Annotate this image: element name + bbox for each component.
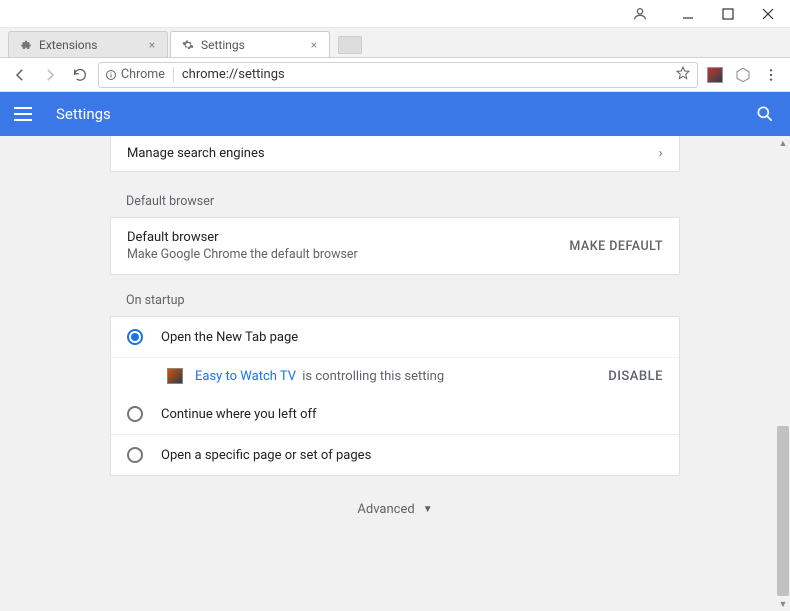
reload-button[interactable] <box>68 63 92 87</box>
section-label-default-browser: Default browser <box>126 194 680 209</box>
omnibox-origin-chip: Chrome <box>105 67 174 82</box>
scrollbar[interactable]: ▲ ▼ <box>776 136 790 611</box>
startup-option-continue[interactable]: Continue where you left off <box>111 394 679 434</box>
chevron-down-icon: ▼ <box>423 504 433 515</box>
default-browser-row: Default browser Make Google Chrome the d… <box>111 218 679 274</box>
tab-strip: Extensions × Settings × <box>0 28 790 58</box>
option-label: Continue where you left off <box>161 407 317 422</box>
minimize-button[interactable] <box>670 1 706 27</box>
tab-settings[interactable]: Settings × <box>170 31 330 57</box>
close-icon[interactable]: × <box>145 38 159 52</box>
advanced-label: Advanced <box>357 502 414 517</box>
toolbar: Chrome chrome://settings <box>0 58 790 92</box>
hamburger-icon[interactable] <box>14 102 38 126</box>
back-button[interactable] <box>8 63 32 87</box>
row-subtitle: Make Google Chrome the default browser <box>127 247 358 262</box>
advanced-toggle[interactable]: Advanced ▼ <box>110 502 680 517</box>
tab-extensions[interactable]: Extensions × <box>8 31 168 57</box>
extension-link[interactable]: Easy to Watch TV <box>195 369 296 384</box>
page-title: Settings <box>56 105 111 123</box>
omnibox-url: chrome://settings <box>182 67 285 82</box>
startup-option-new-tab[interactable]: Open the New Tab page <box>111 317 679 357</box>
account-icon[interactable] <box>622 1 658 27</box>
make-default-button[interactable]: MAKE DEFAULT <box>569 239 663 254</box>
scrollbar-thumb[interactable] <box>777 426 789 596</box>
section-label-on-startup: On startup <box>126 293 680 308</box>
row-label: Manage search engines <box>127 146 265 161</box>
forward-button[interactable] <box>38 63 62 87</box>
close-button[interactable] <box>750 1 786 27</box>
default-browser-card: Default browser Make Google Chrome the d… <box>110 217 680 275</box>
maximize-button[interactable] <box>710 1 746 27</box>
extension-icon[interactable] <box>704 64 726 86</box>
radio-selected-icon[interactable] <box>127 329 143 345</box>
search-icon[interactable] <box>754 103 776 125</box>
controlled-by-extension-row: Easy to Watch TV is controlling this set… <box>111 357 679 394</box>
row-title: Default browser <box>127 230 358 245</box>
on-startup-card: Open the New Tab page Easy to Watch TV i… <box>110 316 680 476</box>
close-icon[interactable]: × <box>307 38 321 52</box>
omnibox-chip-label: Chrome <box>121 67 165 82</box>
settings-header: Settings <box>0 92 790 136</box>
option-label: Open the New Tab page <box>161 330 298 345</box>
menu-icon[interactable] <box>760 64 782 86</box>
omnibox[interactable]: Chrome chrome://settings <box>98 62 698 88</box>
scroll-up-icon[interactable]: ▲ <box>776 136 790 150</box>
disable-button[interactable]: DISABLE <box>608 369 663 384</box>
scroll-down-icon[interactable]: ▼ <box>776 597 790 611</box>
chevron-right-icon: › <box>659 146 663 161</box>
manage-search-engines-row[interactable]: Manage search engines › <box>111 136 679 171</box>
startup-option-specific-pages[interactable]: Open a specific page or set of pages <box>111 434 679 475</box>
extension-favicon <box>167 368 183 384</box>
new-tab-button[interactable] <box>338 36 362 54</box>
radio-icon[interactable] <box>127 447 143 463</box>
search-engine-card: Manage search engines › <box>110 136 680 172</box>
tab-title: Settings <box>201 38 307 52</box>
option-label: Open a specific page or set of pages <box>161 448 371 463</box>
abp-icon[interactable] <box>732 64 754 86</box>
settings-viewport: Manage search engines › Default browser … <box>0 136 790 611</box>
window-titlebar <box>0 0 790 28</box>
radio-icon[interactable] <box>127 406 143 422</box>
controlled-suffix: is controlling this setting <box>299 369 444 384</box>
info-icon <box>105 69 117 81</box>
puzzle-icon <box>19 38 33 52</box>
tab-title: Extensions <box>39 38 145 52</box>
star-icon[interactable] <box>675 65 691 85</box>
gear-icon <box>181 38 195 52</box>
